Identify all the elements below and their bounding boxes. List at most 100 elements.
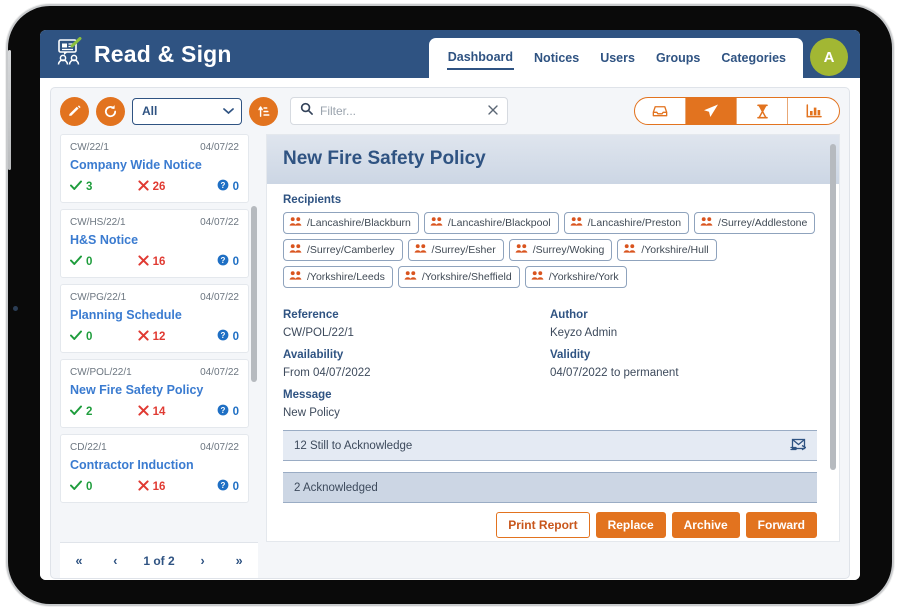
svg-text:?: ?	[220, 481, 225, 490]
nav-item-dashboard[interactable]: Dashboard	[446, 47, 515, 70]
recipient-chip[interactable]: /Lancashire/Blackpool	[423, 212, 559, 234]
pending-value: 26	[152, 180, 166, 193]
question-icon: ?	[217, 329, 229, 344]
query-count: ? 0	[202, 254, 239, 269]
acknowledged-count: 2	[70, 405, 138, 419]
list-item[interactable]: CW/POL/22/1 04/07/22 New Fire Safety Pol…	[60, 359, 249, 428]
message-label: Message	[283, 389, 332, 401]
notice-title[interactable]: H&S Notice	[70, 233, 239, 247]
body-area: All Filter... CW/22/1 04/07/22 Company W…	[40, 78, 860, 580]
notice-title[interactable]: Contractor Induction	[70, 458, 239, 472]
recipients-list: /Lancashire/Blackburn /Lancashire/Blackp…	[283, 212, 817, 288]
replace-button[interactable]: Replace	[595, 512, 666, 538]
list-item[interactable]: CW/22/1 04/07/22 Company Wide Notice 3 2…	[60, 134, 249, 203]
refresh-icon[interactable]	[96, 96, 125, 126]
first-page-button[interactable]: «	[70, 552, 87, 570]
sort-ascending-icon[interactable]	[249, 96, 278, 126]
recipient-chip[interactable]: /Yorkshire/Hull	[617, 239, 717, 261]
notice-reference: CW/22/1	[70, 142, 109, 153]
notice-detail-pane: New Fire Safety Policy Recipients /Lanca…	[266, 134, 840, 542]
notice-reference: CW/PG/22/1	[70, 292, 127, 303]
status-bar-acknowledged[interactable]: 2 Acknowledged	[283, 472, 817, 503]
recipient-label: /Lancashire/Preston	[587, 217, 682, 229]
notice-title[interactable]: Planning Schedule	[70, 308, 239, 322]
acknowledged-value: 0	[86, 480, 93, 493]
message-value: New Policy	[283, 407, 340, 419]
print-report-button[interactable]: Print Report	[496, 512, 590, 538]
group-users-icon	[414, 243, 427, 257]
nav-item-groups[interactable]: Groups	[655, 48, 701, 69]
next-page-button[interactable]: ›	[196, 552, 210, 570]
detail-body: Recipients /Lancashire/Blackburn /Lancas…	[267, 184, 839, 538]
recipient-label: /Surrey/Esher	[431, 244, 496, 256]
pending-value: 16	[152, 255, 166, 268]
recipient-chip[interactable]: /Surrey/Woking	[508, 239, 613, 261]
notice-title[interactable]: Company Wide Notice	[70, 158, 239, 172]
recipient-label: /Lancashire/Blackpool	[447, 217, 551, 229]
recipient-chip[interactable]: /Yorkshire/Sheffield	[397, 266, 520, 288]
recipient-chip[interactable]: /Yorkshire/Leeds	[283, 266, 393, 288]
notice-list-scrollbar[interactable]	[251, 206, 257, 382]
nav-item-notices[interactable]: Notices	[533, 48, 580, 69]
question-icon: ?	[217, 479, 229, 494]
group-users-icon	[623, 243, 636, 257]
acknowledged-value: 0	[86, 330, 93, 343]
availability-label: Availability	[283, 349, 344, 361]
archive-button[interactable]: Archive	[671, 512, 740, 538]
toolbar: All Filter...	[51, 88, 849, 134]
acknowledged-status-text: 2 Acknowledged	[294, 481, 378, 494]
group-users-icon	[289, 243, 302, 257]
pencil-icon[interactable]	[60, 96, 89, 126]
recipient-chip[interactable]: /Lancashire/Blackburn	[283, 212, 419, 234]
pending-value: 14	[152, 405, 166, 418]
close-icon[interactable]	[488, 102, 498, 120]
group-users-icon	[570, 216, 583, 230]
cross-icon	[137, 404, 149, 419]
query-value: 0	[232, 180, 239, 193]
notice-title[interactable]: New Fire Safety Policy	[70, 383, 239, 397]
avatar[interactable]: A	[810, 38, 848, 76]
nav-item-categories[interactable]: Categories	[720, 48, 787, 69]
recipient-label: /Yorkshire/York	[548, 271, 619, 283]
hourglass-icon[interactable]	[737, 98, 788, 124]
question-icon: ?	[217, 179, 229, 194]
inbox-icon[interactable]	[635, 98, 686, 124]
pagination-row: « ‹ 1 of 2 › »	[51, 542, 849, 578]
detail-title-bar: New Fire Safety Policy	[267, 135, 839, 184]
search-input[interactable]: Filter...	[290, 97, 508, 125]
nav-item-users[interactable]: Users	[599, 48, 636, 69]
list-item[interactable]: CW/PG/22/1 04/07/22 Planning Schedule 0 …	[60, 284, 249, 353]
acknowledged-count: 0	[70, 480, 138, 494]
paper-plane-icon[interactable]	[686, 98, 737, 124]
recipient-chip[interactable]: /Surrey/Addlestone	[694, 212, 816, 234]
cross-icon	[137, 179, 149, 194]
recipient-chip[interactable]: /Surrey/Camberley	[283, 239, 403, 261]
pending-count: 16	[137, 254, 202, 269]
filter-select[interactable]: All	[132, 97, 242, 125]
notice-metadata: Reference Author CW/POL/22/1 Keyzo Admin…	[283, 301, 817, 419]
pending-count: 16	[137, 479, 202, 494]
list-item[interactable]: CW/HS/22/1 04/07/22 H&S Notice 0 16 ? 0	[60, 209, 249, 278]
prev-page-button[interactable]: ‹	[108, 552, 122, 570]
check-icon	[70, 180, 82, 194]
last-page-button[interactable]: »	[231, 552, 248, 570]
acknowledged-count: 0	[70, 255, 138, 269]
send-envelope-icon[interactable]	[790, 437, 807, 454]
list-item[interactable]: CD/22/1 04/07/22 Contractor Induction 0 …	[60, 434, 249, 503]
forward-button[interactable]: Forward	[745, 512, 817, 538]
status-bar-pending[interactable]: 12 Still to Acknowledge	[283, 430, 817, 461]
author-value: Keyzo Admin	[550, 327, 618, 339]
notice-date: 04/07/22	[200, 292, 239, 303]
action-buttons: Print Report Replace Archive Forward	[283, 512, 817, 538]
notice-date: 04/07/22	[200, 442, 239, 453]
notice-list-pane: CW/22/1 04/07/22 Company Wide Notice 3 2…	[60, 134, 258, 542]
recipient-chip[interactable]: /Lancashire/Preston	[563, 212, 690, 234]
detail-pane-scrollbar[interactable]	[830, 144, 836, 470]
bar-chart-icon[interactable]	[788, 98, 839, 124]
pending-value: 16	[152, 480, 166, 493]
read-sign-logo-icon	[54, 36, 84, 72]
pagination: « ‹ 1 of 2 › »	[60, 542, 258, 578]
recipient-chip[interactable]: /Surrey/Esher	[407, 239, 504, 261]
check-icon	[70, 480, 82, 494]
recipient-chip[interactable]: /Yorkshire/York	[524, 266, 627, 288]
